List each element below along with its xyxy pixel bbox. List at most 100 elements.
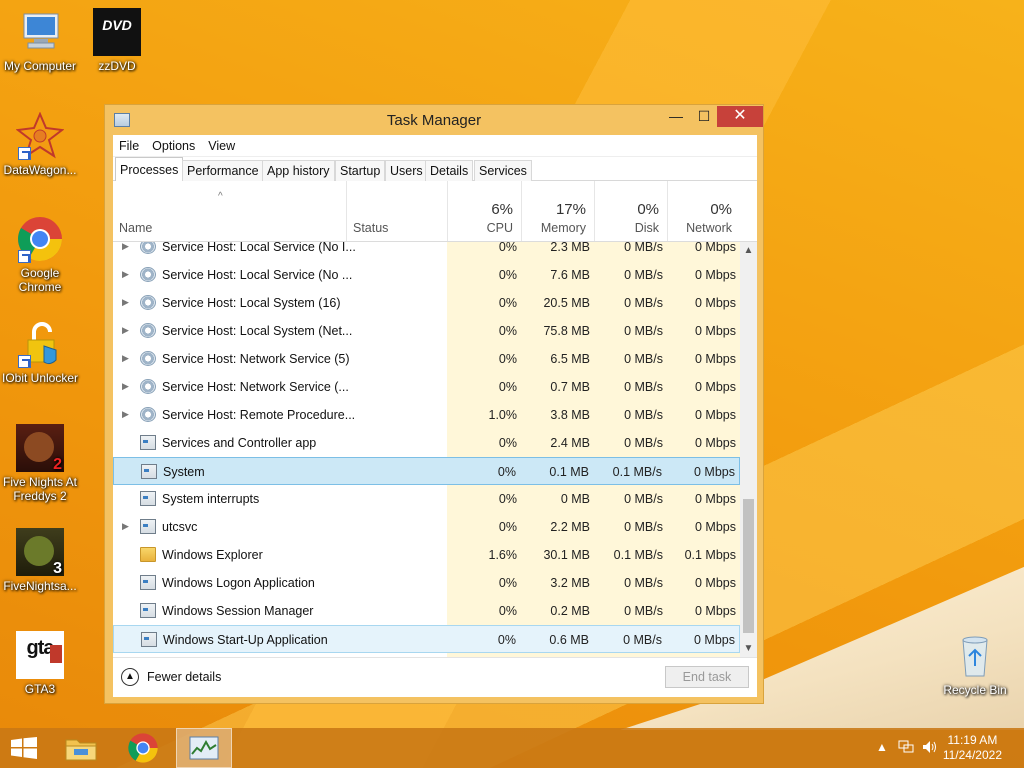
process-row[interactable]: Services and Controller app 0% 2.4 MB 0 MB/… [113, 429, 740, 457]
process-cpu: 1.6% [488, 548, 518, 562]
expand-chevron-icon[interactable]: ▶ [122, 353, 129, 364]
process-memory: 0.7 MB [550, 380, 590, 394]
cpu-total: 6% [491, 201, 513, 218]
process-disk: 0 MB/s [624, 436, 663, 450]
process-memory: 3.2 MB [550, 576, 590, 590]
chevron-up-icon: ▲ [121, 668, 139, 686]
clock-date: 11/24/2022 [942, 748, 1002, 762]
scrollbar-thumb[interactable] [743, 499, 754, 633]
expand-chevron-icon[interactable]: ▶ [122, 409, 129, 420]
tab-details[interactable]: Details [425, 160, 474, 181]
expand-chevron-icon[interactable]: ▶ [122, 242, 129, 252]
scroll-up-arrow-icon[interactable]: ▲ [740, 242, 757, 259]
process-memory: 0.6 MB [549, 633, 589, 647]
column-cpu[interactable]: 6% CPU [447, 181, 521, 241]
show-hidden-icons[interactable]: ▲ [876, 740, 888, 754]
desktop-icon-iobit-unlocker[interactable]: IObit Unlocker [0, 320, 80, 385]
process-row[interactable]: Windows Session Manager 0% 0.2 MB 0 MB/s 0 M… [113, 597, 740, 625]
column-status[interactable]: Status [346, 181, 447, 241]
desktop-icon-datawagon[interactable]: DataWagon... [0, 111, 80, 177]
process-name: Windows Explorer [162, 548, 263, 562]
process-disk: 0 MB/s [624, 492, 663, 506]
process-name: Windows Start-Up Application [163, 633, 328, 647]
process-row[interactable]: ▶ Service Host: Local Service (No ... 0% 7.… [113, 261, 740, 289]
tab-app-history[interactable]: App history [262, 160, 335, 181]
application-window-icon [140, 603, 156, 618]
application-window-icon [141, 632, 157, 647]
process-disk: 0 MB/s [624, 268, 663, 282]
process-row[interactable]: ▶ Service Host: Network Service (... 0% 0.7… [113, 373, 740, 401]
tab-processes[interactable]: Processes [115, 157, 184, 182]
vertical-scrollbar[interactable]: ▲ ▼ [740, 242, 757, 657]
service-gear-icon [140, 267, 156, 282]
process-row[interactable]: ▶ Service Host: Local System (Net... 0% 75.… [113, 317, 740, 345]
volume-icon[interactable] [922, 740, 938, 757]
application-window-icon [140, 491, 156, 506]
desktop-icon-fnaf2[interactable]: 2 Five Nights At Freddys 2 [0, 424, 80, 503]
process-memory: 0 MB [560, 492, 590, 506]
process-name: System interrupts [162, 492, 260, 506]
expand-chevron-icon[interactable]: ▶ [122, 521, 129, 532]
expand-chevron-icon[interactable]: ▶ [122, 325, 129, 336]
process-cpu: 1.0% [488, 408, 518, 422]
network-icon[interactable] [898, 740, 914, 757]
minimize-button[interactable]: — [661, 106, 691, 127]
desktop-icon-recycle-bin[interactable]: Recycle Bin [935, 632, 1015, 697]
tab-services[interactable]: Services [474, 160, 532, 181]
scroll-down-arrow-icon[interactable]: ▼ [740, 640, 757, 657]
process-disk: 0 MB/s [624, 352, 663, 366]
process-cpu: 0% [497, 465, 516, 479]
column-memory[interactable]: 17% Memory [521, 181, 594, 241]
expand-chevron-icon[interactable]: ▶ [122, 297, 129, 308]
task-manager-window[interactable]: Task Manager — ☐ ✕ File Options View Pro… [104, 104, 764, 704]
bear-face [24, 432, 54, 462]
tab-performance[interactable]: Performance [182, 160, 264, 181]
fewer-details-link[interactable]: ▲ Fewer details [121, 668, 221, 686]
column-network[interactable]: 0% Network [667, 181, 740, 241]
taskbar-google-chrome[interactable] [115, 728, 171, 768]
system-clock[interactable]: 11:19 AM 11/24/2022 [943, 733, 1002, 763]
process-row[interactable]: ▶ Service Host: Network Service (5) 0% 6.5 … [113, 345, 740, 373]
column-name[interactable]: Name [113, 181, 346, 241]
process-row[interactable]: Windows Start-Up Application 0% 0.6 MB 0 MB… [113, 625, 740, 653]
menu-file[interactable]: File [119, 139, 139, 153]
desktop-icon-gta3[interactable]: gta GTA3 [0, 631, 80, 696]
expand-chevron-icon[interactable]: ▶ [122, 269, 129, 280]
expand-chevron-icon[interactable]: ▶ [122, 381, 129, 392]
process-row[interactable]: ▶ Service Host: Local Service (No I... 0% 2… [113, 242, 740, 261]
process-name: Service Host: Network Service (5) [162, 352, 350, 366]
column-disk[interactable]: 0% Disk [594, 181, 667, 241]
desktop-icon-fnaf3[interactable]: 3 FiveNightsa... [0, 528, 80, 593]
process-row[interactable]: Windows Explorer 1.6% 30.1 MB 0.1 MB/s 0.1 M… [113, 541, 740, 569]
end-task-button[interactable]: End task [665, 666, 749, 688]
process-row[interactable]: ▶ utcsvc 0% 2.2 MB 0 MB/s 0 Mbps [113, 513, 740, 541]
taskbar-task-manager[interactable] [176, 728, 232, 768]
process-row[interactable]: Windows Logon Application 0% 3.2 MB 0 MB/s 0… [113, 569, 740, 597]
close-button[interactable]: ✕ [717, 106, 763, 127]
chrome-icon [16, 215, 64, 263]
menu-options[interactable]: Options [152, 139, 195, 153]
desktop-icon-google-chrome[interactable]: Google Chrome [0, 215, 80, 294]
taskbar-file-explorer[interactable] [54, 728, 110, 768]
process-cpu: 0% [498, 380, 517, 394]
process-row[interactable]: ▶ Service Host: Local System (16) 0% 20.5 M… [113, 289, 740, 317]
process-cpu: 0% [498, 268, 517, 282]
fnaf3-badge: 3 [53, 560, 62, 577]
maximize-button[interactable]: ☐ [689, 106, 719, 127]
shortcut-arrow-icon [18, 147, 31, 160]
process-row[interactable]: ▶ Service Host: Remote Procedure... 1.0% 3.… [113, 401, 740, 429]
process-row[interactable]: System 0% 0.1 MB 0.1 MB/s 0 Mbps [113, 457, 740, 485]
tab-users[interactable]: Users [385, 160, 428, 181]
process-network: 0 Mbps [695, 242, 736, 254]
menu-view[interactable]: View [208, 139, 235, 153]
process-row[interactable]: System interrupts 0% 0 MB 0 MB/s 0 Mbps [113, 485, 740, 513]
process-name: Service Host: Local Service (No I... [162, 242, 356, 254]
title-bar[interactable]: Task Manager — ☐ ✕ [105, 105, 763, 135]
desktop-icon-my-computer[interactable]: My Computer [0, 8, 80, 73]
process-name: utcsvc [162, 520, 198, 534]
desktop-icon-zzdvd[interactable]: DVD zzDVD [77, 8, 157, 73]
start-button[interactable] [0, 728, 56, 768]
tab-startup[interactable]: Startup [335, 160, 386, 181]
shortcut-arrow-icon [18, 250, 31, 263]
process-name: Service Host: Remote Procedure... [162, 408, 356, 422]
